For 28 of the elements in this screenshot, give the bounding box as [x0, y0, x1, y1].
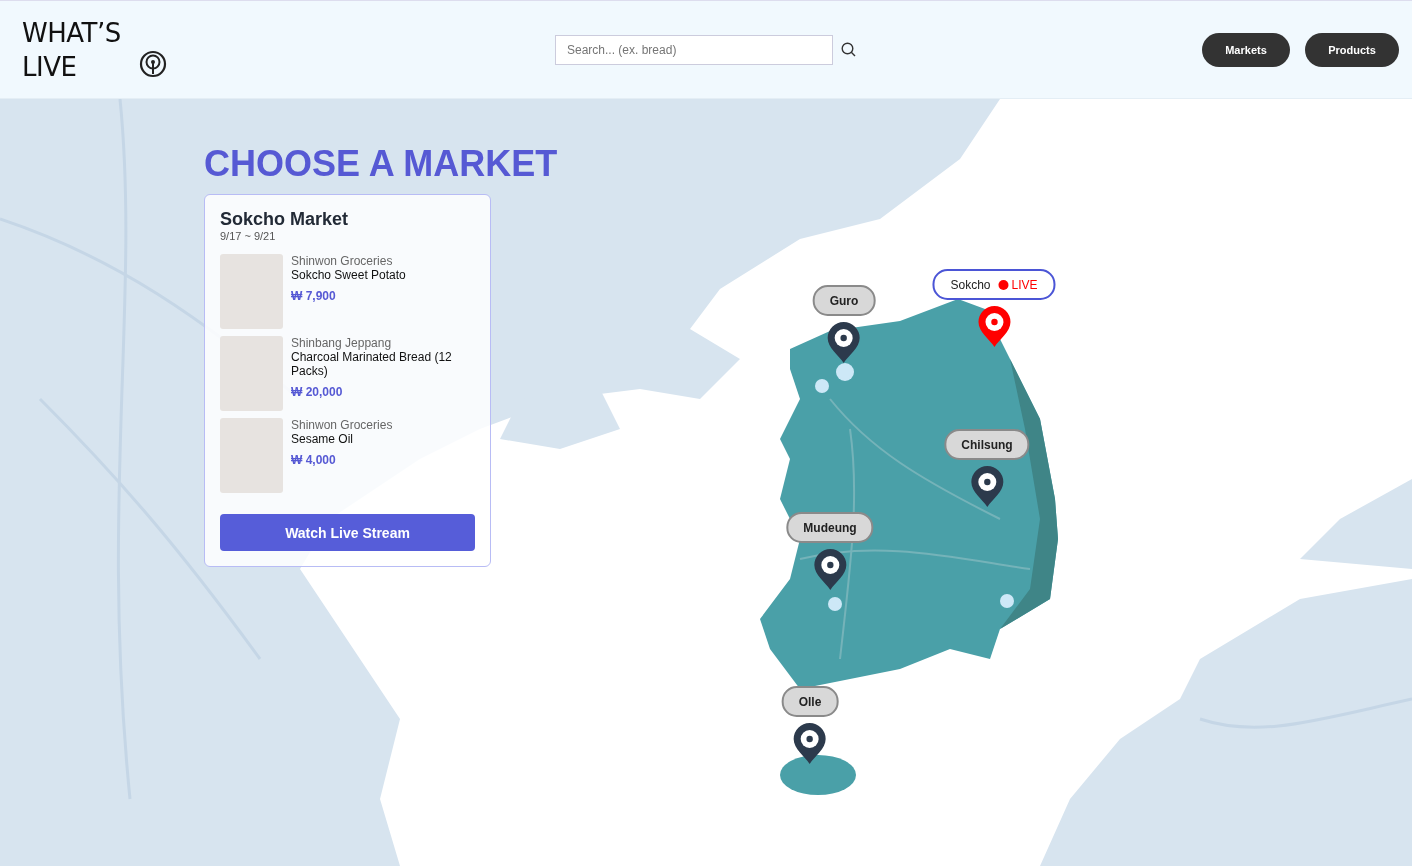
nav-button[interactable]: Products: [1305, 32, 1399, 67]
broadcast-icon: [138, 49, 167, 78]
page-title: CHOOSE A MARKET: [204, 144, 559, 184]
live-label: LIVE: [1011, 277, 1038, 292]
map-pin-icon[interactable]: [793, 723, 827, 765]
market-label[interactable]: Mudeung: [786, 512, 874, 543]
market-title: Sokcho Market: [220, 209, 350, 230]
map-pin-icon[interactable]: [827, 322, 861, 364]
market-dates: 9/17 ~ 9/21: [220, 230, 277, 242]
market-label[interactable]: Chilsung: [944, 429, 1030, 460]
watch-live-stream-button[interactable]: Watch Live Stream: [220, 514, 475, 551]
product-name[interactable]: Sesame Oil: [291, 432, 393, 446]
search-field[interactable]: Search... (ex. bread): [555, 34, 833, 65]
product-name[interactable]: Sokcho Sweet Potato: [291, 268, 406, 282]
nav-button[interactable]: Markets: [1202, 32, 1290, 67]
store-name: Shinwon Groceries: [291, 418, 393, 432]
search-icon[interactable]: [841, 42, 856, 57]
store-name: Shinwon Groceries: [291, 254, 394, 268]
map-pin-icon[interactable]: [813, 549, 847, 591]
product-name[interactable]: Charcoal Marinated Bread (12 Packs): [291, 350, 475, 378]
product-price: ₩ 20,000: [291, 385, 344, 399]
logo-text: WHAT’S LIVE: [22, 16, 121, 84]
live-dot-icon: [998, 279, 1009, 290]
product-price: ₩ 4,000: [291, 453, 337, 467]
market-label[interactable]: Sokcho LIVE: [932, 269, 1056, 300]
map-pin-icon[interactable]: [970, 466, 1004, 508]
product-price: ₩ 7,900: [291, 289, 337, 303]
store-name: Shinbang Jeppang: [291, 336, 393, 350]
